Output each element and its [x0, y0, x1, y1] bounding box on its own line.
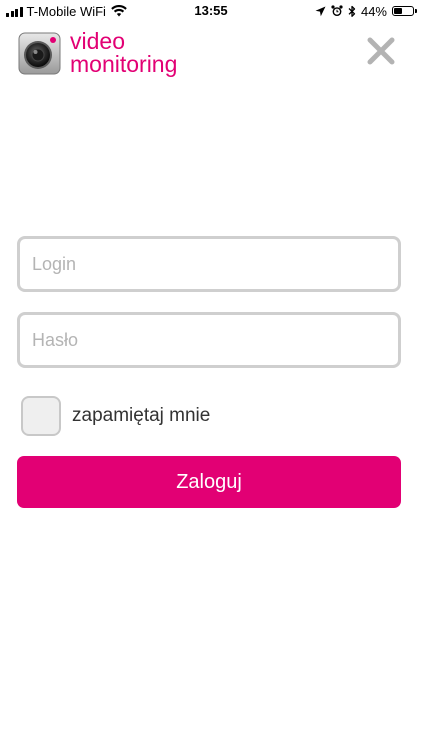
remember-me-checkbox[interactable] [21, 396, 61, 436]
bluetooth-icon [348, 5, 356, 17]
login-input[interactable] [17, 236, 401, 292]
remember-me-row[interactable]: zapamiętaj mnie [21, 396, 210, 436]
battery-fill [394, 8, 402, 14]
remember-me-label: zapamiętaj mnie [72, 405, 211, 426]
location-icon [315, 6, 326, 16]
status-bar: T-Mobile WiFi 13:55 44% [0, 0, 422, 22]
close-icon[interactable] [366, 36, 396, 66]
status-right: 44% [315, 3, 417, 19]
app-title: video monitoring [70, 30, 177, 76]
battery-percent: 44% [360, 3, 387, 19]
alarm-icon [331, 5, 343, 16]
app-title-line2: monitoring [70, 51, 178, 77]
login-button[interactable]: Zaloguj [17, 456, 401, 508]
battery-icon [392, 6, 417, 16]
password-input[interactable] [17, 312, 401, 368]
camera-icon [18, 32, 61, 75]
app-title-line1: video [70, 28, 125, 54]
